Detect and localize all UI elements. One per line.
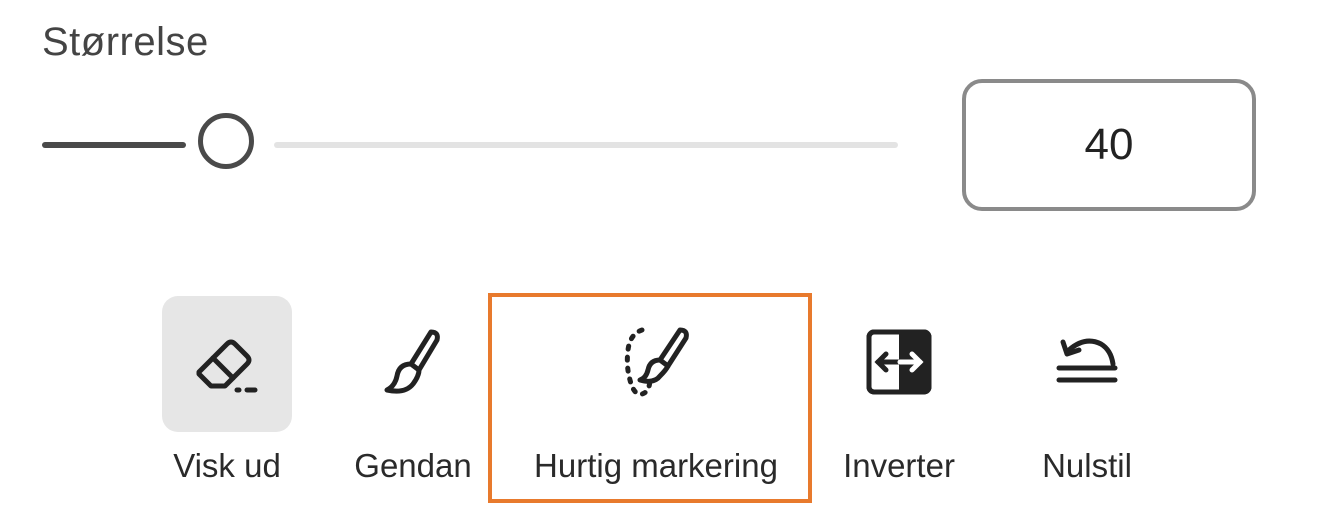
quick-selection-brush-icon (616, 322, 696, 407)
tool-reset-icon-box[interactable] (1022, 296, 1152, 432)
eraser-icon (189, 324, 265, 405)
tool-erase-button[interactable]: Visk ud (162, 296, 292, 506)
tool-invert-button[interactable]: Inverter (834, 296, 964, 506)
tool-reset-label: Nulstil (1042, 447, 1132, 484)
size-value-field[interactable]: 40 (962, 79, 1256, 211)
invert-icon (864, 327, 934, 402)
brush-icon (375, 324, 451, 405)
tool-invert-icon-box[interactable] (834, 296, 964, 432)
tool-quick-selection-label: Hurtig markering (534, 447, 778, 484)
tool-restore-icon-box[interactable] (348, 296, 478, 432)
tool-erase-label: Visk ud (173, 447, 281, 484)
tool-reset-button[interactable]: Nulstil (1022, 296, 1152, 506)
tool-quick-selection-button[interactable]: Hurtig markering (526, 296, 786, 506)
tool-quick-selection-icon-box[interactable] (591, 296, 721, 432)
tool-restore-button[interactable]: Gendan (348, 296, 478, 506)
slider-track[interactable] (274, 142, 898, 148)
tool-restore-label: Gendan (354, 447, 472, 484)
slider-thumb[interactable] (198, 113, 254, 169)
slider-track-fill (42, 142, 186, 148)
reset-icon (1049, 324, 1125, 405)
size-label: Størrelse (42, 20, 209, 64)
tool-erase-icon-box[interactable] (162, 296, 292, 432)
size-slider[interactable] (42, 112, 898, 176)
tool-invert-label: Inverter (843, 447, 955, 484)
